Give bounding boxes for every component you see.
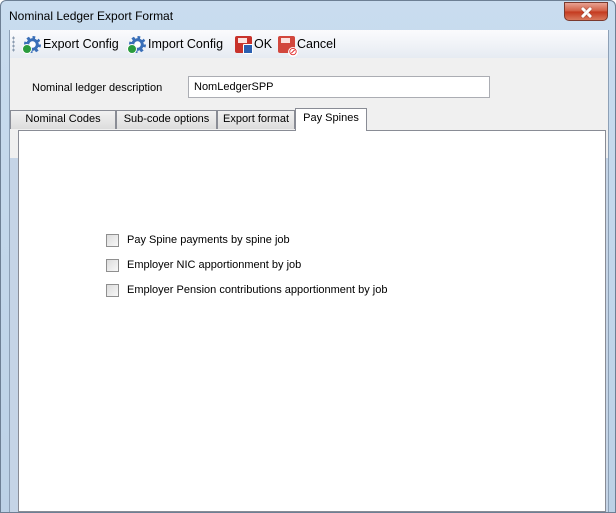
dialog-client-area: Export Config Import Config OK Cancel No… bbox=[9, 30, 609, 512]
dialog-window: Nominal Ledger Export Format Export Conf… bbox=[0, 0, 616, 513]
export-config-button[interactable]: Export Config bbox=[22, 34, 119, 54]
pay-spine-by-job-label: Pay Spine payments by spine job bbox=[127, 234, 290, 246]
tab-export-format[interactable]: Export format bbox=[217, 110, 295, 129]
title-bar[interactable]: Nominal Ledger Export Format bbox=[1, 1, 615, 29]
option-employer-pension-by-job[interactable]: Employer Pension contributions apportion… bbox=[106, 282, 387, 298]
gear-import-icon bbox=[127, 35, 146, 54]
tab-pay-spines[interactable]: Pay Spines bbox=[295, 108, 367, 131]
import-config-button[interactable]: Import Config bbox=[127, 34, 224, 54]
ok-label: OK bbox=[254, 37, 273, 51]
ok-button[interactable]: OK bbox=[235, 34, 272, 54]
tab-strip: Nominal Codes Sub-code options Export fo… bbox=[10, 108, 608, 131]
cancel-button[interactable]: Cancel bbox=[278, 34, 336, 57]
import-config-label: Import Config bbox=[148, 37, 224, 51]
export-config-label: Export Config bbox=[43, 37, 119, 51]
description-label: Nominal ledger description bbox=[32, 82, 163, 94]
employer-pension-by-job-checkbox[interactable] bbox=[106, 283, 119, 297]
employer-nic-by-job-label: Employer NIC apportionment by job bbox=[127, 259, 302, 271]
cancel-icon bbox=[278, 35, 298, 57]
save-icon bbox=[235, 35, 253, 54]
cancel-label: Cancel bbox=[297, 37, 336, 51]
pay-spines-panel: Pay Spine payments by spine job Employer… bbox=[18, 130, 606, 512]
gear-export-icon bbox=[22, 35, 41, 54]
tab-sub-code-options[interactable]: Sub-code options bbox=[116, 110, 217, 129]
employer-pension-by-job-label: Employer Pension contributions apportion… bbox=[127, 284, 388, 296]
toolbar: Export Config Import Config OK Cancel bbox=[10, 30, 608, 58]
close-button[interactable] bbox=[564, 2, 608, 21]
right-margin-strip bbox=[606, 158, 608, 512]
tab-nominal-codes[interactable]: Nominal Codes bbox=[10, 110, 116, 129]
window-title: Nominal Ledger Export Format bbox=[9, 9, 174, 23]
option-employer-nic-by-job[interactable]: Employer NIC apportionment by job bbox=[106, 257, 301, 273]
option-pay-spine-by-job[interactable]: Pay Spine payments by spine job bbox=[106, 232, 290, 248]
description-input[interactable] bbox=[188, 76, 490, 98]
employer-nic-by-job-checkbox[interactable] bbox=[106, 258, 119, 272]
left-margin-strip bbox=[10, 158, 18, 512]
toolbar-grip[interactable] bbox=[12, 36, 15, 52]
pay-spine-by-job-checkbox[interactable] bbox=[106, 233, 119, 247]
